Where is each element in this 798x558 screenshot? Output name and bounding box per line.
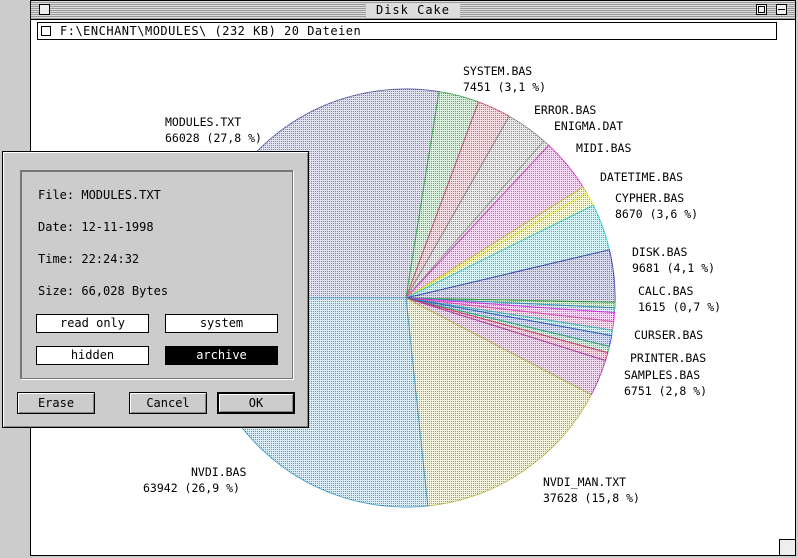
file-date-line: Date: 12-11-1998 bbox=[38, 220, 154, 234]
erase-button[interactable]: Erase bbox=[17, 392, 95, 414]
slice-name-label: CALC.BAS bbox=[638, 284, 693, 298]
slice-value-label: 66028 (27,8 %) bbox=[165, 131, 262, 145]
slice-name-label: ENIGMA.DAT bbox=[554, 119, 623, 133]
file-info-dialog: File: MODULES.TXT Date: 12-11-1998 Time:… bbox=[2, 151, 309, 428]
file-size-line: Size: 66,028 Bytes bbox=[38, 284, 169, 298]
slice-name-label: ERROR.BAS bbox=[534, 103, 596, 117]
slice-name-label: DATETIME.BAS bbox=[600, 170, 683, 184]
read-only-toggle[interactable]: read only bbox=[36, 314, 149, 333]
slice-name-label: MIDI.BAS bbox=[576, 141, 631, 155]
slice-value-label: 1615 (0,7 %) bbox=[638, 300, 721, 314]
hidden-toggle[interactable]: hidden bbox=[36, 346, 149, 365]
file-name-line: File: MODULES.TXT bbox=[38, 188, 161, 202]
slice-name-label: CURSER.BAS bbox=[634, 328, 703, 342]
slice-name-label: SYSTEM.BAS bbox=[463, 64, 532, 78]
slice-value-label: 6751 (2,8 %) bbox=[624, 384, 707, 398]
slice-value-label: 37628 (15,8 %) bbox=[543, 491, 640, 505]
slice-name-label: DISK.BAS bbox=[632, 245, 687, 259]
archive-toggle[interactable]: archive bbox=[165, 346, 278, 365]
slice-name-label: SAMPLES.BAS bbox=[624, 368, 700, 382]
resize-corner-icon[interactable] bbox=[779, 539, 795, 555]
slice-value-label: 8670 (3,6 %) bbox=[615, 207, 698, 221]
slice-value-label: 9681 (4,1 %) bbox=[632, 261, 715, 275]
slice-name-label: MODULES.TXT bbox=[165, 115, 241, 129]
info-panel: File: MODULES.TXT Date: 12-11-1998 Time:… bbox=[20, 170, 293, 379]
slice-value-label: 7451 (3,1 %) bbox=[463, 80, 546, 94]
slice-name-label: CYPHER.BAS bbox=[615, 191, 684, 205]
file-time-line: Time: 22:24:32 bbox=[38, 252, 140, 266]
cancel-button[interactable]: Cancel bbox=[129, 392, 207, 414]
slice-value-label: 63942 (26,9 %) bbox=[143, 481, 240, 495]
system-toggle[interactable]: system bbox=[165, 314, 278, 333]
slice-name-label: PRINTER.BAS bbox=[630, 351, 706, 365]
slice-name-label: NVDI.BAS bbox=[191, 465, 246, 479]
slice-name-label: NVDI_MAN.TXT bbox=[543, 475, 626, 489]
ok-button[interactable]: OK bbox=[217, 392, 295, 414]
